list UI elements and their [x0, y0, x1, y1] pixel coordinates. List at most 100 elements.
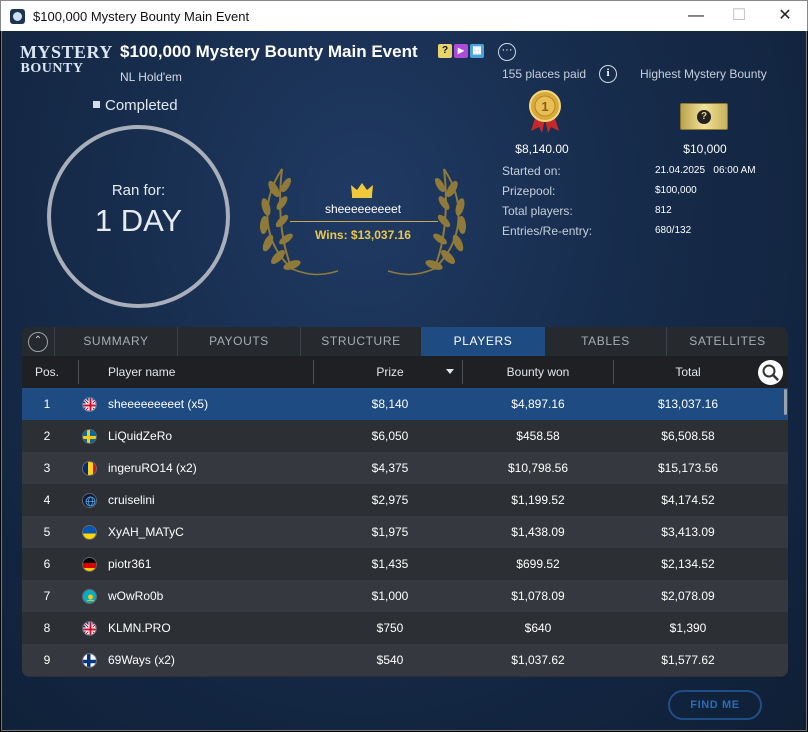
- col-prize[interactable]: Prize: [314, 356, 466, 388]
- row-bounty: $1,078.09: [511, 589, 565, 603]
- row-player-name: XyAH_MATyC: [108, 525, 184, 539]
- players-list: 1 sheeeeeeeeet (x5) $8,140 $4,897.16 $13,037…: [22, 388, 788, 676]
- row-bounty: $458.58: [516, 429, 560, 443]
- minimize-button[interactable]: —: [676, 5, 716, 27]
- table-header: Pos. Player name Prize Bounty won Total: [22, 356, 788, 388]
- table-row[interactable]: 5 XyAH_MATyC $1,975 $1,438.09 $3,413.09: [22, 516, 788, 548]
- row-position: 5: [43, 525, 51, 539]
- find-me-button[interactable]: FIND ME: [668, 690, 762, 720]
- status-dot-icon: [93, 101, 100, 108]
- ran-for-ring: Ran for: 1 DAY: [47, 125, 230, 308]
- tab-satellites[interactable]: SATELLITES: [666, 327, 788, 356]
- row-position: 9: [43, 653, 51, 667]
- gb-flag-icon: [82, 397, 97, 412]
- de-flag-icon: [82, 557, 97, 572]
- gb-flag-icon: [82, 621, 97, 636]
- ro-flag-icon: [82, 461, 97, 476]
- row-prize: $1,975: [371, 525, 409, 539]
- row-player-name: piotr361: [108, 557, 152, 571]
- ticket-question-icon: ?: [697, 110, 711, 124]
- collapse-panel-button[interactable]: ⌃: [28, 332, 48, 352]
- fi-flag-icon: [82, 653, 97, 668]
- started-on-value: 21.04.2025 06:00 AM: [655, 165, 756, 176]
- laurel-wreath-icon: [259, 168, 467, 276]
- table-row[interactable]: 9 69Ways (x2) $540 $1,037.62 $1,577.62: [22, 644, 788, 676]
- close-button[interactable]: ✕: [765, 5, 805, 27]
- tournament-window: MYSTERY BOUNTY $100,000 Mystery Bounty M…: [1, 31, 807, 731]
- more-options-button[interactable]: ···: [498, 43, 516, 61]
- window-titlebar: $100,000 Mystery Bounty Main Event — ☐ ✕: [0, 0, 808, 31]
- table-scrollbar[interactable]: [784, 389, 787, 415]
- table-row[interactable]: 7 wOwRo0b $1,000 $1,078.09 $2,078.09: [22, 580, 788, 612]
- row-bounty: $4,897.16: [511, 397, 565, 411]
- table-row[interactable]: 4 cruiselini $2,975 $1,199.52 $4,174.52: [22, 484, 788, 516]
- entries-value: 680/132: [655, 225, 692, 236]
- sort-desc-icon[interactable]: [446, 369, 454, 374]
- winner-divider: [290, 221, 438, 222]
- table-row[interactable]: 3 ingeruRO14 (x2) $4,375 $10,798.56 $15,173.…: [22, 452, 788, 484]
- mystery-bounty-logo: MYSTERY BOUNTY: [20, 43, 112, 77]
- col-player-name[interactable]: Player name: [108, 356, 175, 388]
- maximize-button[interactable]: ☐: [719, 5, 759, 27]
- entries-label: Entries/Re-entry:: [502, 224, 593, 238]
- search-player-button[interactable]: [758, 360, 783, 385]
- row-prize: $750: [376, 621, 404, 635]
- table-row[interactable]: 2 LiQuidZeRo $6,050 $458.58 $6,508.58: [22, 420, 788, 452]
- event-title: $100,000 Mystery Bounty Main Event: [120, 42, 418, 61]
- row-position: 3: [43, 461, 51, 475]
- info-icon[interactable]: i: [599, 65, 617, 83]
- row-position: 2: [43, 429, 51, 443]
- app-icon: [10, 9, 25, 24]
- globe-flag-icon: [82, 493, 97, 508]
- event-badges: ? ▶ ▦: [438, 44, 484, 58]
- tab-summary[interactable]: SUMMARY: [54, 327, 177, 356]
- logo-line2: BOUNTY: [20, 61, 84, 76]
- row-total: $2,078.09: [661, 589, 715, 603]
- row-total: $15,173.56: [657, 461, 719, 475]
- row-position: 7: [43, 589, 51, 603]
- tab-structure[interactable]: STRUCTURE: [300, 327, 421, 356]
- row-total: $2,134.52: [661, 557, 715, 571]
- total-players-label: Total players:: [502, 204, 573, 218]
- col-total[interactable]: Total: [612, 356, 764, 388]
- row-prize: $1,435: [371, 557, 409, 571]
- row-player-name: sheeeeeeeeet (x5): [108, 397, 209, 411]
- table-row[interactable]: 8 KLMN.PRO $750 $640 $1,390: [22, 612, 788, 644]
- window-title: $100,000 Mystery Bounty Main Event: [33, 9, 250, 24]
- status-text: Completed: [105, 97, 178, 114]
- tab-bar: ⌃ SUMMARY PAYOUTS STRUCTURE PLAYERS TABL…: [22, 327, 788, 356]
- row-prize: $6,050: [371, 429, 409, 443]
- calendar-icon: ▦: [470, 44, 484, 58]
- row-prize: $1,000: [371, 589, 409, 603]
- ran-for-value: 1 DAY: [94, 203, 183, 238]
- row-prize: $8,140: [371, 397, 409, 411]
- prizepool-label: Prizepool:: [502, 184, 556, 198]
- row-bounty: $640: [524, 621, 552, 635]
- tab-tables[interactable]: TABLES: [545, 327, 666, 356]
- first-prize-value: $8,140.00: [515, 142, 569, 156]
- ran-for-label: Ran for:: [111, 182, 166, 199]
- row-bounty: $699.52: [516, 557, 560, 571]
- row-prize: $540: [376, 653, 404, 667]
- row-position: 4: [43, 493, 51, 507]
- col-pos[interactable]: Pos.: [22, 356, 72, 388]
- col-divider: [78, 360, 79, 384]
- tab-payouts[interactable]: PAYOUTS: [177, 327, 300, 356]
- places-paid: 155 places paid: [502, 67, 587, 81]
- row-player-name: 69Ways (x2): [108, 653, 175, 667]
- status-label: Completed: [93, 97, 178, 114]
- col-bounty-won[interactable]: Bounty won: [462, 356, 614, 388]
- row-bounty: $1,438.09: [511, 525, 565, 539]
- row-position: 6: [43, 557, 51, 571]
- winner-wins: Wins: $13,037.16: [315, 228, 411, 242]
- row-player-name: wOwRo0b: [108, 589, 164, 603]
- row-player-name: ingeruRO14 (x2): [108, 461, 197, 475]
- search-icon: [762, 364, 779, 381]
- bounty-ticket-icon: ?: [680, 103, 728, 130]
- row-player-name: KLMN.PRO: [108, 621, 171, 635]
- game-type: NL Hold'em: [120, 70, 182, 84]
- table-row[interactable]: 1 sheeeeeeeeet (x5) $8,140 $4,897.16 $13,037…: [22, 388, 788, 420]
- row-prize: $4,375: [371, 461, 409, 475]
- table-row[interactable]: 6 piotr361 $1,435 $699.52 $2,134.52: [22, 548, 788, 580]
- tab-players[interactable]: PLAYERS: [421, 327, 545, 356]
